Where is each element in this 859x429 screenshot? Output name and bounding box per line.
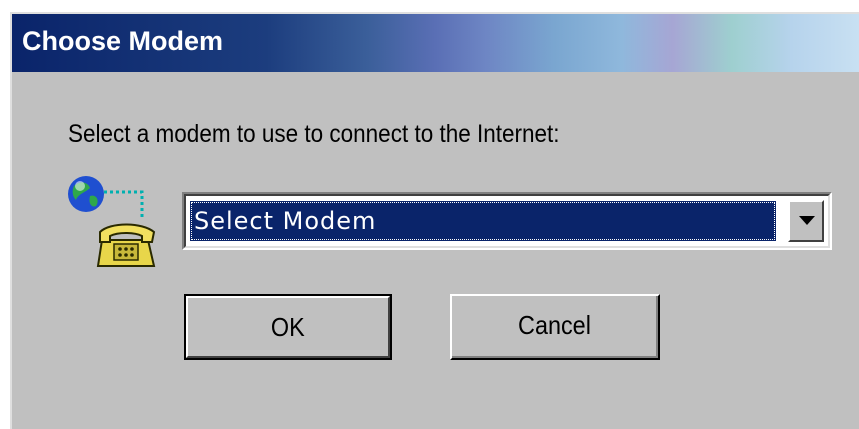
dialog-title: Choose Modem	[22, 26, 224, 56]
dropdown-button[interactable]	[788, 200, 824, 242]
chevron-down-icon	[799, 216, 815, 225]
ok-button-face[interactable]: OK	[186, 296, 390, 358]
choose-modem-dialog: Choose Modem Select a modem to use to co…	[10, 12, 859, 429]
modem-select-value[interactable]: Select Modem	[190, 201, 776, 241]
ok-button[interactable]: OK	[184, 294, 392, 360]
cancel-button[interactable]: Cancel	[450, 294, 660, 360]
modem-select-field[interactable]: Select Modem	[184, 194, 830, 248]
prompt-label: Select a modem to use to connect to the …	[68, 120, 560, 148]
cancel-button-face[interactable]: Cancel	[452, 296, 658, 358]
globe-telephone-icon	[64, 172, 160, 272]
title-bar[interactable]: Choose Modem	[12, 14, 859, 72]
ok-button-label: OK	[271, 312, 305, 342]
cancel-button-label: Cancel	[517, 310, 591, 340]
modem-select[interactable]: Select Modem	[182, 192, 832, 250]
